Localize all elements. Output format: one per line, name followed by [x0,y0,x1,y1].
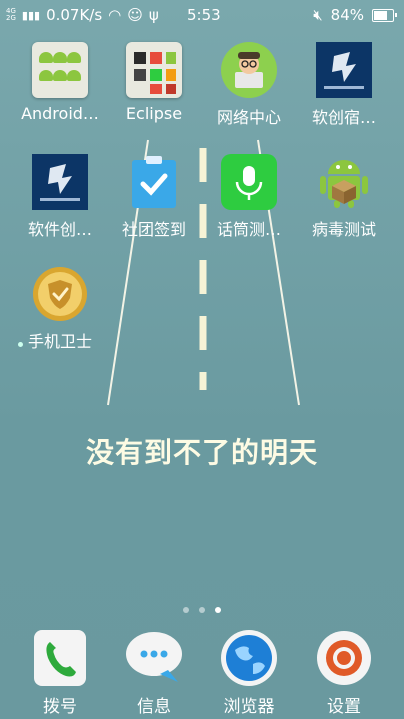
software-innovation-icon [32,154,88,210]
battery-percent: 84% [330,6,364,24]
globe-icon [219,628,279,688]
microphone-icon [221,154,277,210]
app-label: 话筒测… [216,220,281,239]
status-bar: 4G 2G ▮▮▮ 0.07K/s ◠ ☺ ψ 5:53 🔇︎ 84% [0,0,404,30]
app-label: 软件创… [27,220,92,239]
signal-bars-icon: ▮▮▮ [21,8,41,22]
app-label: 软创宿… [311,108,376,127]
app-club-checkin[interactable]: 社团签到 [106,154,202,240]
dock-browser[interactable]: 浏览器 [201,628,297,717]
wallpaper-quote: 没有到不了的明天 [85,436,318,469]
shield-icon [32,266,88,322]
chat-bubble-icon [124,628,184,688]
page-indicator [0,598,404,617]
usb-icon: ψ [148,6,159,24]
signal-indicator: 4G 2G [6,7,16,22]
app-label: Android… [21,104,99,123]
network-center-icon [221,42,277,98]
app-label: 手机卫士 [27,332,92,351]
phone-icon [30,628,90,688]
page-dot[interactable] [199,607,205,613]
app-phone-guard[interactable]: 手机卫士 [12,266,108,352]
wifi-icon: ◠ [108,6,122,24]
page-dot[interactable] [183,607,189,613]
app-eclipse-folder[interactable]: Eclipse [106,42,202,123]
app-mic-test[interactable]: 话筒测… [201,154,297,240]
app-virus-test[interactable]: 病毒测试 [296,154,392,240]
android-box-icon [316,154,372,210]
app-network-center[interactable]: 网络中心 [201,42,297,128]
dock-settings[interactable]: 设置 [296,628,392,717]
dock-label: 浏览器 [223,697,275,717]
app-android-folder[interactable]: Android… [12,42,108,123]
app-ruanchuang-dorm[interactable]: 软创宿… [296,42,392,128]
battery-icon [372,8,397,22]
app-label: 社团签到 [121,220,186,239]
dock-label: 信息 [137,697,171,717]
page-dot-active[interactable] [215,607,221,613]
clipboard-check-icon [126,154,182,210]
eclipse-folder-icon [126,42,182,98]
android-folder-icon [32,42,88,98]
network-speed: 0.07K/s [46,6,103,24]
gear-icon [314,628,374,688]
dock-label: 设置 [327,697,361,717]
app-software-innovation[interactable]: 软件创… [12,154,108,240]
app-label: Eclipse [125,104,183,123]
dock-dialer[interactable]: 拨号 [12,628,108,717]
app-label: 网络中心 [216,108,281,127]
mute-icon: 🔇︎ [313,6,323,24]
dock-label: 拨号 [43,697,77,717]
android-debug-icon: ☺ [127,6,143,24]
dock-messages[interactable]: 信息 [106,628,202,717]
clock: 5:53 [187,6,221,24]
app-label: 病毒测试 [311,220,376,239]
ruanchuang-logo-icon [316,42,372,98]
